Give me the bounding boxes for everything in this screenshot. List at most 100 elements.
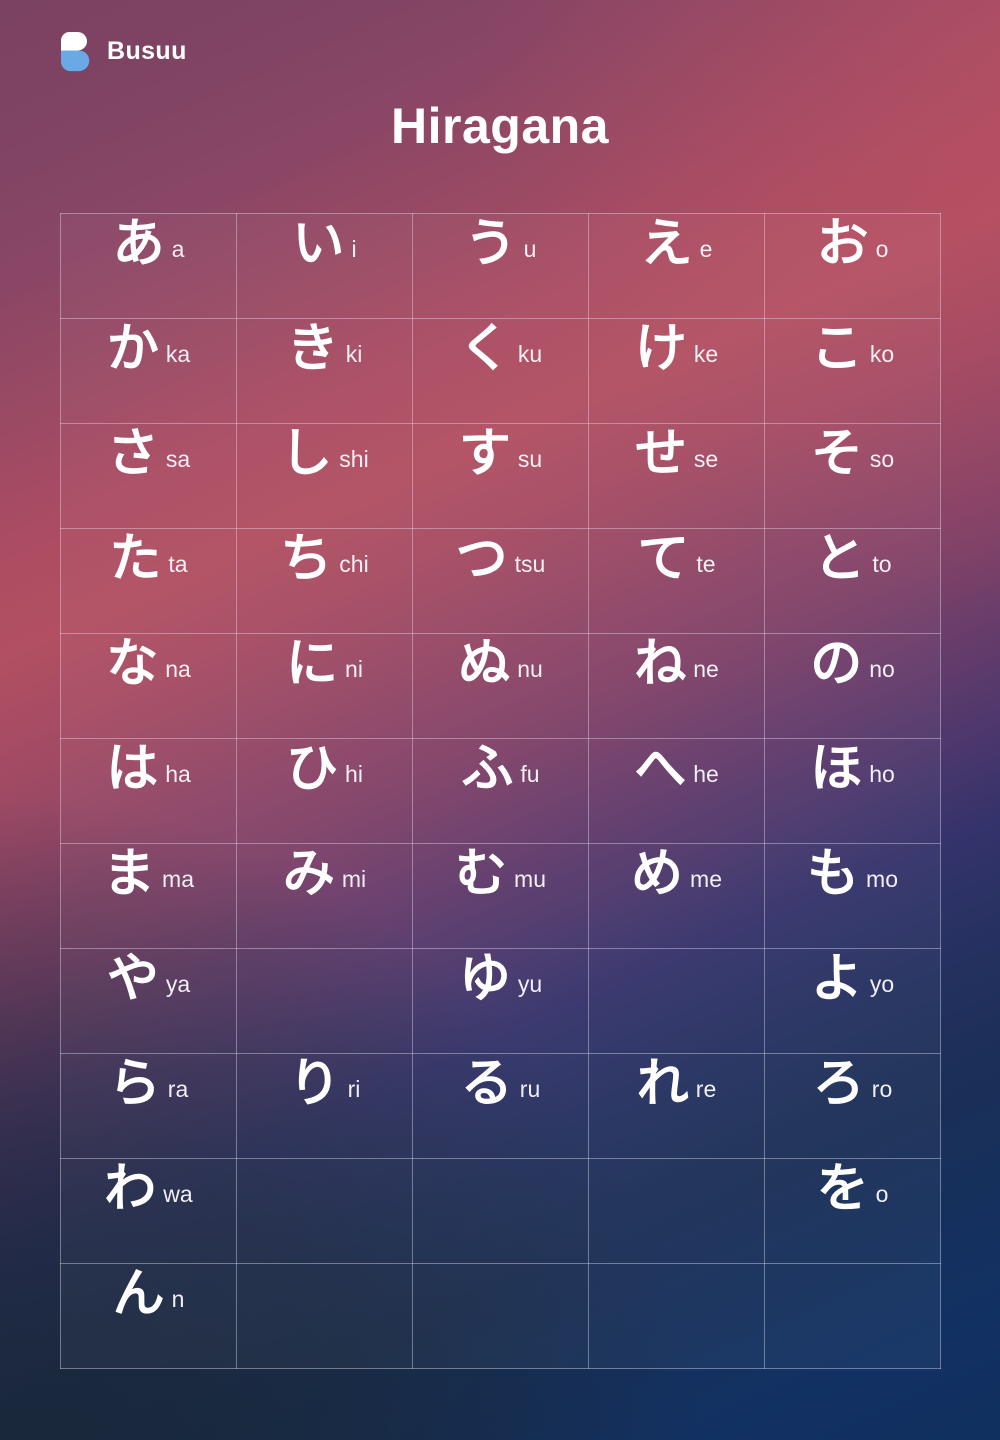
romaji-label: u [523, 236, 537, 262]
kana-cell-inner: み mi [237, 844, 412, 948]
romaji-label: n [171, 1286, 185, 1312]
kana-cell[interactable]: あa [60, 213, 237, 319]
kana-glyph: ぬ [458, 634, 511, 694]
kana-cell[interactable]: せ se [588, 423, 765, 529]
kana-cell[interactable]: よ yo [764, 948, 941, 1054]
romaji-label: sa [165, 446, 191, 472]
kana-cell[interactable]: ろ ro [764, 1053, 941, 1159]
kana-cell[interactable]: か ka [60, 318, 237, 424]
kana-cell[interactable]: ほ ho [764, 738, 941, 844]
kana-glyph: こ [810, 319, 863, 379]
kana-cell[interactable]: も mo [764, 843, 941, 949]
kana-cell-inner: や ya [61, 949, 236, 1053]
kana-cell[interactable]: んn [60, 1263, 237, 1369]
kana-glyph: ん [112, 1264, 165, 1324]
kana-cell-inner: そ so [765, 424, 940, 528]
romaji-label: me [690, 866, 722, 892]
kana-cell[interactable]: し shi [236, 423, 413, 529]
kana-cell[interactable]: ふ fu [412, 738, 589, 844]
table-row: あaいiうuえeおo [60, 213, 941, 319]
kana-cell[interactable]: いi [236, 213, 413, 319]
kana-glyph: み [282, 844, 335, 904]
kana-cell-inner: し shi [237, 424, 412, 528]
kana-cell[interactable]: め me [588, 843, 765, 949]
kana-cell[interactable]: き ki [236, 318, 413, 424]
kana-cell-inner: んn [61, 1264, 236, 1368]
kana-cell[interactable]: ま ma [60, 843, 237, 949]
kana-cell[interactable]: うu [412, 213, 589, 319]
hiragana-chart-table: あ a い i う u え e お o か ka き ki く ku け ke こ ko さ sa し shi す su せ se そ s… [60, 213, 941, 1369]
romaji-label: no [869, 656, 895, 682]
romaji-label: mu [514, 866, 546, 892]
kana-cell-inner: わ wa [61, 1159, 236, 1263]
romaji-label: wa [163, 1181, 193, 1207]
kana-cell[interactable]: ね ne [588, 633, 765, 739]
kana-cell[interactable]: わ wa [60, 1158, 237, 1264]
kana-cell[interactable]: ひ hi [236, 738, 413, 844]
kana-cell-empty [412, 1263, 589, 1369]
kana-cell-inner: ね ne [589, 634, 764, 738]
romaji-label: ta [168, 551, 188, 577]
romaji-label: yo [869, 971, 895, 997]
kana-cell[interactable]: む mu [412, 843, 589, 949]
kana-cell-inner: ま ma [61, 844, 236, 948]
kana-cell[interactable]: えe [588, 213, 765, 319]
kana-cell[interactable]: ら ra [60, 1053, 237, 1159]
kana-cell[interactable]: ぬ nu [412, 633, 589, 739]
kana-cell[interactable]: す su [412, 423, 589, 529]
kana-cell[interactable]: る ru [412, 1053, 589, 1159]
kana-cell[interactable]: ち chi [236, 528, 413, 634]
kana-cell-empty [588, 948, 765, 1054]
romaji-label: yu [517, 971, 543, 997]
kana-cell[interactable]: つ tsu [412, 528, 589, 634]
kana-cell[interactable]: け ke [588, 318, 765, 424]
kana-cell-inner: り ri [237, 1054, 412, 1158]
kana-cell[interactable]: や ya [60, 948, 237, 1054]
kana-cell[interactable]: の no [764, 633, 941, 739]
kana-cell-inner: く ku [413, 319, 588, 423]
kana-glyph: く [458, 319, 511, 379]
romaji-label: ri [347, 1076, 361, 1102]
romaji-label: ke [693, 341, 719, 367]
kana-glyph: わ [104, 1159, 157, 1219]
kana-cell[interactable]: み mi [236, 843, 413, 949]
kana-cell[interactable]: く ku [412, 318, 589, 424]
kana-cell-inner: えe [589, 214, 764, 318]
kana-glyph: は [106, 739, 159, 799]
kana-glyph: れ [636, 1054, 689, 1114]
kana-cell[interactable]: ゆ yu [412, 948, 589, 1054]
kana-glyph: お [816, 214, 869, 274]
kana-cell[interactable]: へ he [588, 738, 765, 844]
kana-glyph: か [106, 319, 159, 379]
kana-cell[interactable]: た ta [60, 528, 237, 634]
kana-glyph: い [292, 214, 345, 274]
romaji-label: a [171, 236, 185, 262]
kana-cell[interactable]: おo [764, 213, 941, 319]
table-row: な na に ni ぬ nu ね ne の no [60, 633, 941, 739]
kana-cell-inner: ふ fu [413, 739, 588, 843]
kana-cell[interactable]: こ ko [764, 318, 941, 424]
kana-cell[interactable]: さ sa [60, 423, 237, 529]
kana-glyph: け [634, 319, 687, 379]
kana-cell-inner: め me [589, 844, 764, 948]
romaji-label: ya [165, 971, 191, 997]
romaji-label: i [351, 236, 357, 262]
kana-cell[interactable]: り ri [236, 1053, 413, 1159]
kana-cell[interactable]: て te [588, 528, 765, 634]
kana-cell[interactable]: そ so [764, 423, 941, 529]
romaji-label: ho [869, 761, 895, 787]
kana-cell-empty [412, 1158, 589, 1264]
kana-cell[interactable]: な na [60, 633, 237, 739]
kana-cell[interactable]: は ha [60, 738, 237, 844]
kana-glyph: を [816, 1159, 869, 1219]
kana-cell[interactable]: れ re [588, 1053, 765, 1159]
kana-glyph: せ [634, 424, 687, 484]
kana-cell[interactable]: と to [764, 528, 941, 634]
romaji-label: mo [866, 866, 898, 892]
kana-cell[interactable]: をo [764, 1158, 941, 1264]
kana-glyph: る [460, 1054, 513, 1114]
kana-cell-inner: む mu [413, 844, 588, 948]
romaji-label: nu [517, 656, 543, 682]
kana-cell[interactable]: に ni [236, 633, 413, 739]
romaji-label: o [875, 236, 889, 262]
